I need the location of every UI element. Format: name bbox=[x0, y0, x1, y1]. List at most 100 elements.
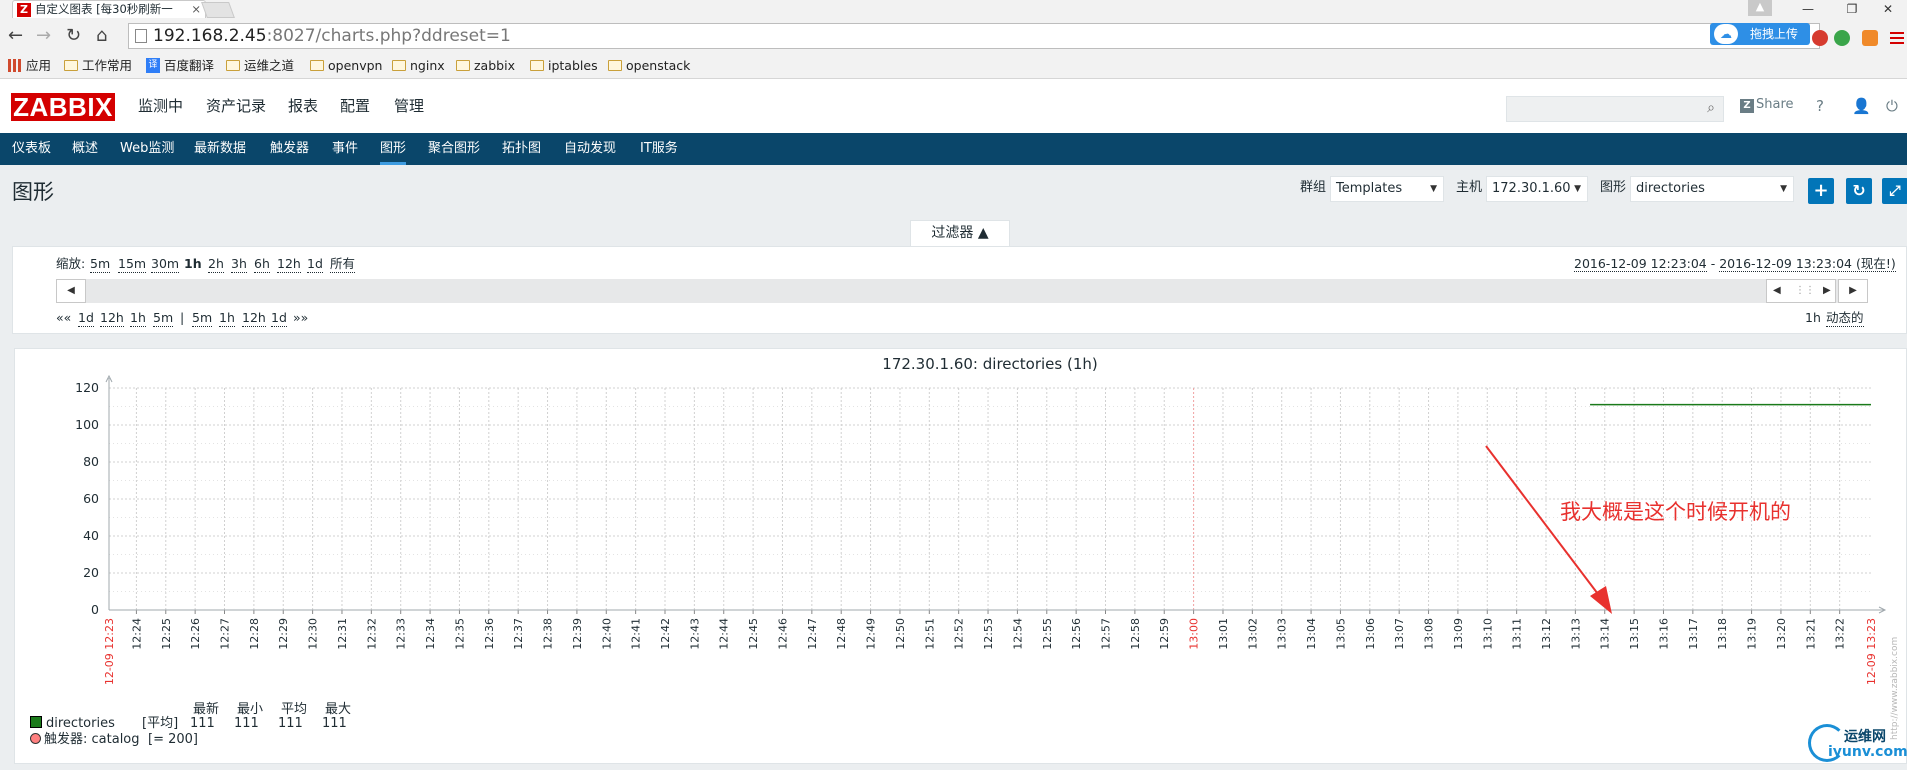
subnav-screens[interactable]: 聚合图形 bbox=[428, 141, 480, 157]
x-tick-label: 12:25 bbox=[160, 618, 173, 650]
close-window-button[interactable]: ✕ bbox=[1866, 0, 1907, 18]
user-profile-icon[interactable]: 👤 bbox=[1852, 97, 1871, 115]
subnav-web[interactable]: Web监测 bbox=[120, 141, 174, 157]
tab-close-icon[interactable]: × bbox=[191, 1, 201, 18]
timeline-scrollbar[interactable] bbox=[56, 279, 1868, 303]
subnav-discovery[interactable]: 自动发现 bbox=[564, 141, 616, 157]
zoom-option[interactable]: 6h bbox=[254, 256, 270, 273]
group-select[interactable]: Templates ▼ bbox=[1330, 176, 1444, 202]
bookmark-folder[interactable]: iptables bbox=[530, 58, 598, 74]
zoom-option[interactable]: 1d bbox=[307, 256, 323, 273]
x-tick-label: 12:53 bbox=[982, 618, 995, 650]
x-tick-label: 13:11 bbox=[1511, 618, 1524, 650]
upload-extension-button[interactable]: ☁ 拖拽上传 bbox=[1710, 23, 1810, 45]
time-range-from[interactable]: 2016-12-09 12:23:04 bbox=[1574, 256, 1707, 272]
x-tick-label: 13:12 bbox=[1540, 618, 1553, 650]
nav-back[interactable]: 12h bbox=[100, 310, 124, 327]
dynamic-toggle[interactable]: 动态的 bbox=[1826, 310, 1864, 327]
handle-right-icon[interactable]: ▶ bbox=[1823, 280, 1831, 302]
search-icon[interactable]: ⌕ bbox=[1707, 100, 1715, 116]
menu-inventory[interactable]: 资产记录 bbox=[206, 96, 266, 116]
scroll-left-button[interactable]: ◀ bbox=[56, 279, 86, 303]
bookmark-folder[interactable]: openvpn bbox=[310, 58, 382, 74]
refresh-button[interactable]: ↻ bbox=[1846, 178, 1872, 204]
subnav-dashboard[interactable]: 仪表板 bbox=[12, 141, 51, 157]
zoom-option-all[interactable]: 所有 bbox=[330, 256, 356, 273]
zoom-option[interactable]: 12h bbox=[277, 256, 301, 273]
zoom-option-active[interactable]: 1h bbox=[184, 256, 202, 272]
new-tab-button[interactable] bbox=[201, 2, 235, 18]
home-icon[interactable]: ⌂ bbox=[96, 24, 107, 48]
subnav-overview[interactable]: 概述 bbox=[72, 141, 98, 157]
help-icon[interactable]: ? bbox=[1816, 97, 1824, 115]
browser-tabbar: Z 自定义图表 [每30秒刷新一 × ▲ — ❐ ✕ bbox=[0, 0, 1907, 18]
nav-back[interactable]: 1d bbox=[78, 310, 94, 327]
nav-forward[interactable]: 1d bbox=[271, 310, 287, 327]
browser-tab[interactable]: Z 自定义图表 [每30秒刷新一 × bbox=[12, 0, 206, 18]
zoom-option[interactable]: 15m bbox=[118, 256, 147, 273]
zoom-option[interactable]: 3h bbox=[231, 256, 247, 273]
tab-title: 自定义图表 [每30秒刷新一 bbox=[35, 2, 173, 16]
nav-back[interactable]: 1h bbox=[130, 310, 146, 327]
menu-monitoring[interactable]: 监测中 bbox=[138, 96, 183, 116]
x-tick-label: 13:01 bbox=[1217, 618, 1230, 650]
nav-forward[interactable]: 5m bbox=[192, 310, 213, 327]
zoom-option[interactable]: 30m bbox=[151, 256, 180, 273]
x-tick-label: 12:43 bbox=[688, 618, 701, 650]
subnav-events[interactable]: 事件 bbox=[332, 141, 358, 157]
graph-select[interactable]: directories ▼ bbox=[1630, 176, 1794, 202]
menu-reports[interactable]: 报表 bbox=[288, 96, 318, 116]
minimize-button[interactable]: — bbox=[1786, 0, 1830, 18]
drag-grip-icon[interactable]: ⋮⋮ bbox=[1795, 280, 1815, 302]
nav-forward[interactable]: 12h bbox=[242, 310, 266, 327]
subnav-maps[interactable]: 拓扑图 bbox=[502, 141, 541, 157]
bookmark-folder[interactable]: nginx bbox=[392, 58, 445, 74]
x-tick-label: 13:09 bbox=[1452, 618, 1465, 650]
menu-configuration[interactable]: 配置 bbox=[340, 96, 370, 116]
legend-trigger: 触发器: catalog bbox=[30, 732, 140, 748]
bookmark-folder[interactable]: openstack bbox=[608, 58, 690, 74]
share-button[interactable]: Z Share bbox=[1740, 97, 1794, 113]
nav-forward[interactable]: 1h bbox=[219, 310, 235, 327]
zoom-option[interactable]: 5m bbox=[90, 256, 111, 273]
browser-menu-icon[interactable] bbox=[1890, 32, 1904, 44]
forward-arrow-icon[interactable]: → bbox=[36, 24, 51, 48]
x-tick-label: 12:56 bbox=[1070, 618, 1083, 650]
subnav-latest-data[interactable]: 最新数据 bbox=[194, 141, 246, 157]
logout-icon[interactable]: ⏻ bbox=[1886, 97, 1898, 115]
url-input[interactable]: 192.168.2.45:8027/charts.php?ddreset=1 bbox=[128, 23, 1820, 49]
legend-color-swatch bbox=[30, 716, 42, 728]
subnav-triggers[interactable]: 触发器 bbox=[270, 141, 309, 157]
nav-back-all[interactable]: «« bbox=[56, 310, 71, 326]
zoom-option[interactable]: 2h bbox=[208, 256, 224, 273]
browser-user-icon[interactable]: ▲ bbox=[1748, 0, 1772, 16]
handle-left-icon[interactable]: ◀ bbox=[1773, 280, 1781, 302]
x-tick-label: 13:15 bbox=[1628, 618, 1641, 650]
folder-icon bbox=[392, 60, 406, 71]
nav-back[interactable]: 5m bbox=[153, 310, 174, 327]
fullscreen-button[interactable]: ⤢ bbox=[1882, 178, 1907, 204]
nav-forward-all[interactable]: »» bbox=[293, 310, 308, 326]
bookmark-folder[interactable]: zabbix bbox=[456, 58, 515, 74]
bookmark-folder[interactable]: 工作常用 bbox=[64, 58, 132, 74]
bookmark-apps[interactable]: 应用 bbox=[8, 58, 51, 74]
reload-icon[interactable]: ↻ bbox=[66, 24, 81, 48]
filter-toggle[interactable]: 过滤器 ▲ bbox=[910, 220, 1010, 246]
menu-administration[interactable]: 管理 bbox=[394, 96, 424, 116]
extension-orange-icon[interactable] bbox=[1862, 30, 1878, 46]
search-input[interactable]: ⌕ bbox=[1506, 96, 1724, 122]
add-to-favorites-button[interactable]: + bbox=[1808, 178, 1834, 204]
y-tick-label: 20 bbox=[83, 565, 99, 580]
back-arrow-icon[interactable]: ← bbox=[8, 24, 23, 48]
extension-red-icon[interactable] bbox=[1812, 30, 1828, 46]
extension-green-icon[interactable] bbox=[1834, 30, 1850, 46]
subnav-it-services[interactable]: IT服务 bbox=[640, 141, 678, 157]
host-select[interactable]: 172.30.1.60 ▼ bbox=[1486, 176, 1588, 202]
scroll-right-button[interactable]: ▶ bbox=[1838, 279, 1868, 303]
zabbix-logo[interactable]: ZABBIX bbox=[11, 93, 115, 121]
bookmark-link[interactable]: 译百度翻译 bbox=[146, 58, 214, 74]
scroll-handle-group[interactable]: ◀ ⋮⋮ ▶ bbox=[1766, 279, 1836, 303]
bookmark-folder[interactable]: 运维之道 bbox=[226, 58, 294, 74]
subnav-graphs[interactable]: 图形 bbox=[380, 141, 407, 165]
time-range-to[interactable]: 2016-12-09 13:23:04 (现在!) bbox=[1719, 256, 1896, 272]
